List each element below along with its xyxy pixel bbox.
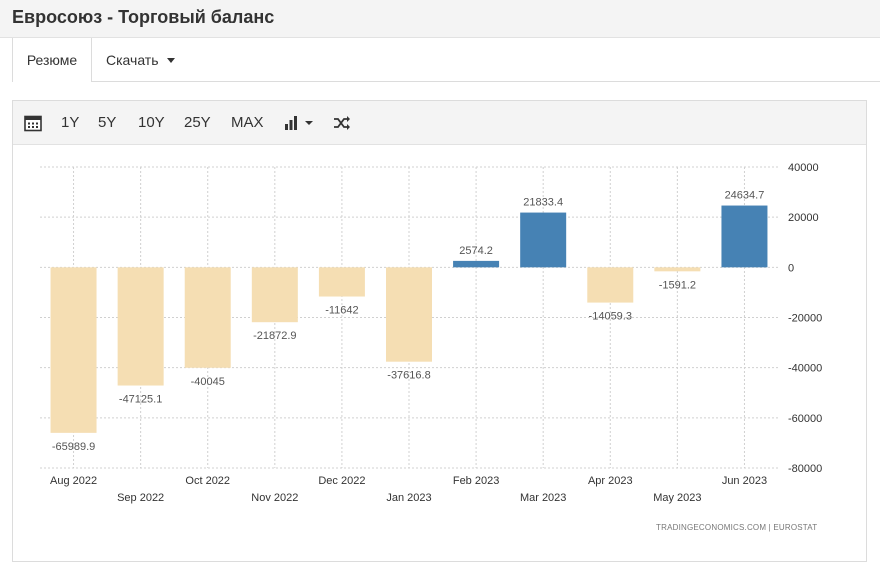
y-tick-label: -40000	[788, 363, 822, 375]
x-tick-label: Aug 2022	[50, 475, 97, 487]
x-tick-label: Mar 2023	[520, 492, 566, 504]
bar	[721, 205, 768, 268]
data-label: -14059.3	[589, 311, 632, 323]
data-label: 21833.4	[523, 197, 563, 209]
bar	[251, 267, 298, 323]
data-label: 2574.2	[459, 245, 493, 257]
y-tick-label: -80000	[788, 463, 822, 475]
x-tick-label: Dec 2022	[318, 475, 365, 487]
x-tick-label: Jun 2023	[722, 475, 767, 487]
bar	[587, 267, 634, 303]
bar	[318, 267, 365, 297]
x-tick-label: Apr 2023	[588, 475, 633, 487]
bar	[520, 212, 567, 268]
bar	[386, 267, 432, 362]
data-label: -47125.1	[119, 394, 162, 406]
y-tick-label: 20000	[788, 212, 819, 224]
y-tick-label: -20000	[788, 313, 822, 325]
bar	[50, 267, 97, 433]
x-tick-label: May 2023	[653, 492, 701, 504]
y-tick-label: 0	[788, 262, 794, 274]
bar-chart: 40000 20000 0 -20000 -40000 -60000 -80000 -6598…	[40, 162, 822, 504]
x-tick-label: Nov 2022	[251, 492, 298, 504]
bar	[453, 260, 500, 268]
x-tick-label: Feb 2023	[453, 475, 499, 487]
x-tick-label: Sep 2022	[117, 492, 164, 504]
bar	[117, 267, 164, 386]
data-label: -11642	[325, 305, 358, 317]
x-tick-label: Oct 2022	[185, 475, 230, 487]
data-label: -40045	[191, 376, 225, 388]
y-tick-label: 40000	[788, 162, 819, 174]
data-label: 24634.7	[725, 190, 765, 202]
data-label: -1591.2	[659, 279, 696, 291]
data-label: -65989.9	[52, 441, 95, 453]
bar	[184, 267, 231, 368]
data-label: -21872.9	[253, 330, 296, 342]
source-attribution: TRADINGECONOMICS.COM | EUROSTAT	[656, 523, 818, 532]
y-tick-label: -60000	[788, 413, 822, 425]
data-label: -37616.8	[387, 370, 430, 382]
bar	[654, 267, 701, 272]
x-tick-label: Jan 2023	[386, 492, 431, 504]
